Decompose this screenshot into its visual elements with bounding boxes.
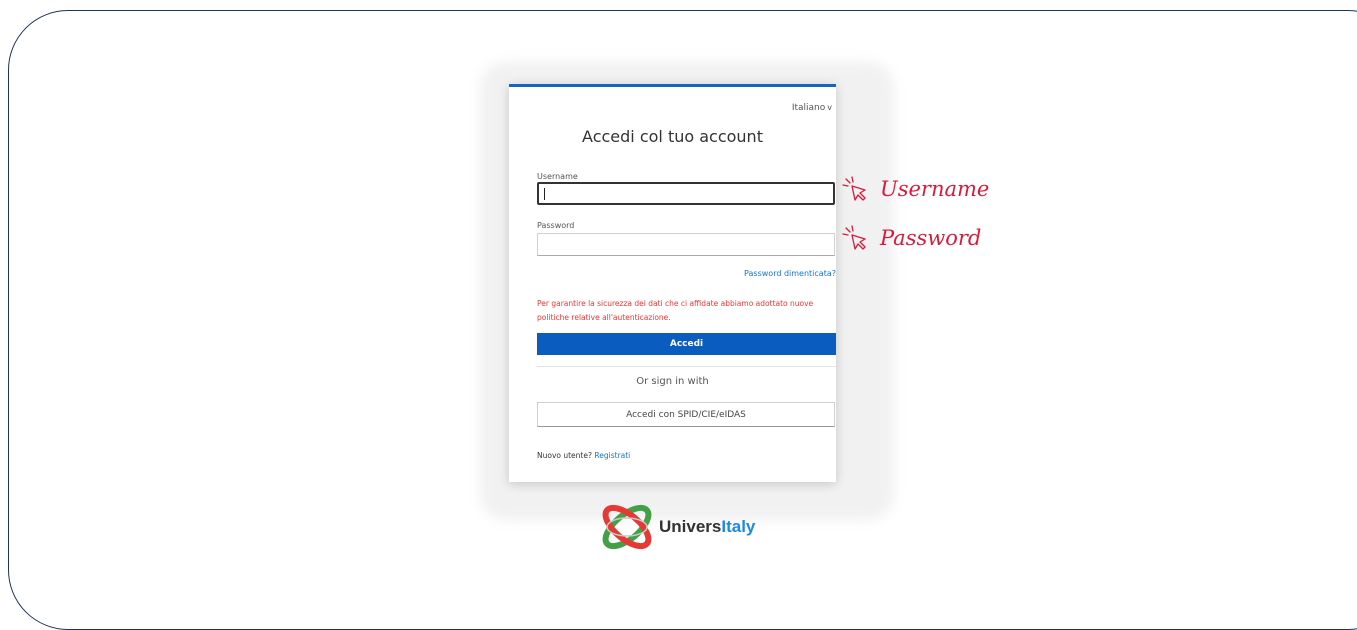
login-card: Italiano v Accedi col tuo account Usernam… (509, 84, 836, 482)
register-link[interactable]: Registrati (594, 451, 630, 460)
language-label: Italiano (791, 103, 826, 113)
pointer-cursor-icon (842, 176, 866, 201)
login-button[interactable]: Accedi (537, 333, 836, 355)
logo-wordmark: UniversItaly (659, 517, 755, 537)
chevron-down-icon: v (827, 103, 832, 112)
spid-button-label: Accedi con SPID/CIE/eIDAS (626, 409, 746, 420)
password-label: Password (537, 221, 575, 230)
password-annotation: Password (840, 225, 981, 251)
pointer-cursor-icon (842, 225, 866, 250)
username-annotation: Username (840, 176, 989, 202)
logo-emblem-icon (602, 504, 652, 550)
universitaly-logo: UniversItaly (598, 496, 755, 558)
language-selector[interactable]: Italiano v (792, 103, 832, 113)
username-input[interactable] (537, 182, 835, 205)
security-notice: Per garantire la sicurezza dei dati che … (537, 299, 814, 322)
username-label: Username (537, 172, 578, 181)
new-user-row: Nuovo utente? Registrati (537, 451, 630, 460)
new-user-text: Nuovo utente? (537, 451, 592, 460)
logo-text-part1: Univers (659, 517, 722, 536)
logo-text-part2: Italy (721, 517, 756, 536)
username-annotation-text: Username (880, 177, 990, 201)
password-annotation-text: Password (880, 226, 982, 250)
forgot-password-link[interactable]: Password dimenticata? (744, 269, 836, 278)
text-caret (544, 188, 545, 200)
login-button-label: Accedi (669, 339, 704, 349)
or-sign-in-with: Or sign in with (636, 376, 709, 387)
divider (537, 366, 836, 367)
password-input[interactable] (537, 233, 835, 256)
spid-login-button[interactable]: Accedi con SPID/CIE/eIDAS (537, 402, 835, 427)
page-title: Accedi col tuo account (582, 127, 763, 146)
